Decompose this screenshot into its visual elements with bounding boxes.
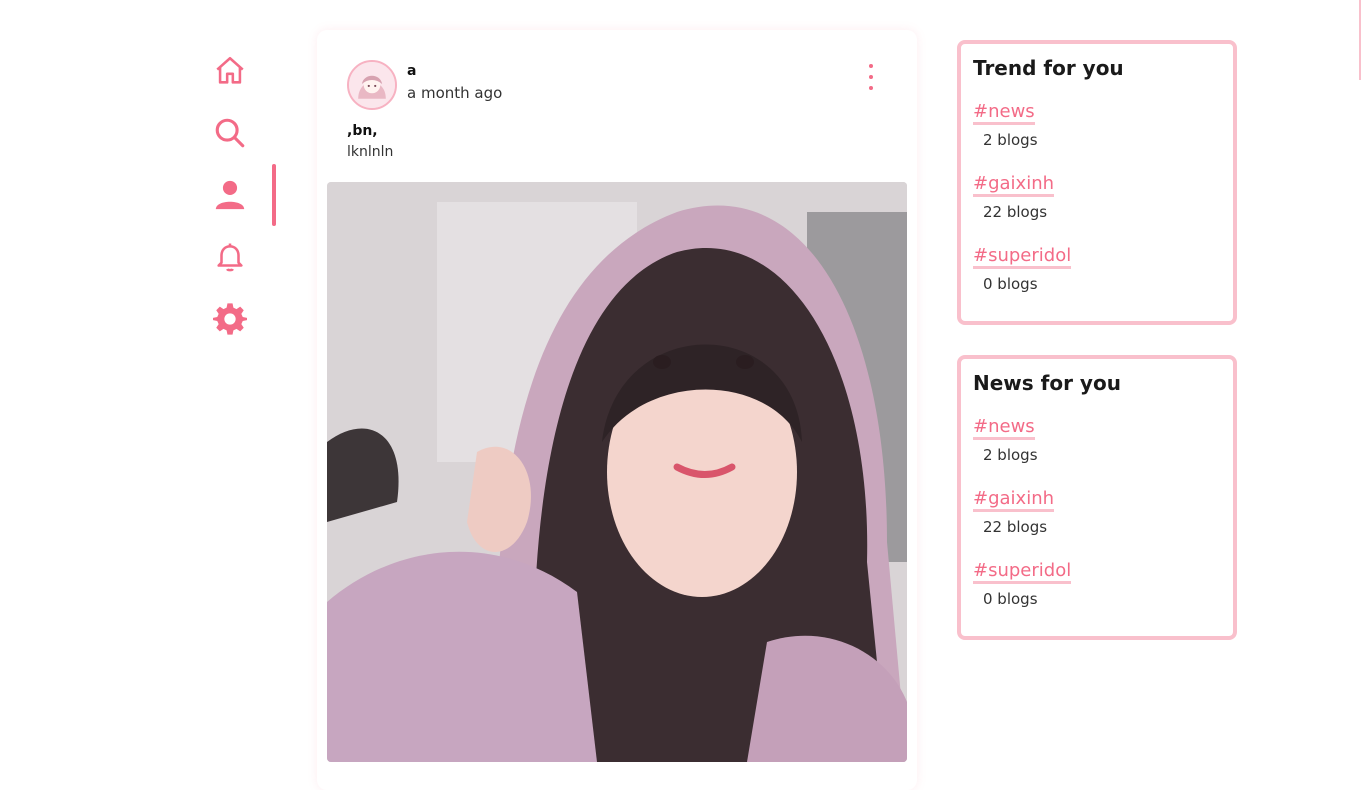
news-tag-count: 0 blogs bbox=[983, 590, 1038, 608]
bell-icon bbox=[217, 243, 243, 272]
nav-notifications[interactable] bbox=[200, 226, 260, 288]
news-tag-count: 2 blogs bbox=[983, 446, 1038, 464]
more-dot-icon bbox=[869, 64, 873, 68]
trend-tag-link[interactable]: #superidol bbox=[973, 246, 1072, 269]
search-icon bbox=[215, 118, 245, 148]
post-header: a a month ago bbox=[317, 30, 917, 120]
trend-tag-count: 22 blogs bbox=[983, 203, 1048, 221]
more-dot-icon bbox=[869, 86, 873, 90]
post-card: a a month ago ,bn, lknlnln bbox=[317, 30, 917, 790]
news-panel-title: News for you bbox=[973, 371, 1121, 395]
news-item: #superidol 0 blogs bbox=[973, 561, 1233, 608]
trend-panel-title: Trend for you bbox=[973, 56, 1124, 80]
nav-settings[interactable] bbox=[200, 288, 260, 350]
more-options-button[interactable] bbox=[863, 64, 879, 90]
news-item: #gaixinh 22 blogs bbox=[973, 489, 1233, 536]
post-image[interactable] bbox=[327, 182, 907, 762]
trend-tag-link[interactable]: #news bbox=[973, 102, 1035, 125]
author-name[interactable]: a bbox=[407, 63, 416, 79]
trend-tag-count: 2 blogs bbox=[983, 131, 1038, 149]
news-tag-link[interactable]: #gaixinh bbox=[973, 489, 1055, 512]
post-time: a month ago bbox=[407, 84, 503, 102]
gear-icon bbox=[213, 303, 247, 335]
post-body: lknlnln bbox=[347, 144, 394, 160]
sidebar-nav bbox=[200, 40, 280, 350]
post-photo bbox=[327, 182, 907, 762]
trend-item: #superidol 0 blogs bbox=[973, 246, 1233, 293]
trend-panel: Trend for you #news 2 blogs #gaixinh 22 … bbox=[957, 40, 1237, 325]
news-panel: News for you #news 2 blogs #gaixinh 22 b… bbox=[957, 355, 1237, 640]
avatar-illustration bbox=[349, 62, 395, 108]
post-title: ,bn, bbox=[347, 123, 378, 139]
nav-profile[interactable] bbox=[200, 164, 276, 226]
trend-item: #news 2 blogs bbox=[973, 102, 1233, 149]
trend-tag-link[interactable]: #gaixinh bbox=[973, 174, 1055, 197]
news-tag-count: 22 blogs bbox=[983, 518, 1048, 536]
home-icon bbox=[216, 56, 244, 84]
trend-item: #gaixinh 22 blogs bbox=[973, 174, 1233, 221]
news-tag-link[interactable]: #news bbox=[973, 417, 1035, 440]
avatar[interactable] bbox=[347, 60, 397, 110]
user-icon bbox=[215, 180, 245, 210]
nav-search[interactable] bbox=[200, 102, 260, 164]
news-tag-link[interactable]: #superidol bbox=[973, 561, 1072, 584]
nav-home[interactable] bbox=[200, 40, 260, 102]
trend-tag-count: 0 blogs bbox=[983, 275, 1038, 293]
scrollbar[interactable] bbox=[1359, 0, 1361, 80]
news-item: #news 2 blogs bbox=[973, 417, 1233, 464]
more-dot-icon bbox=[869, 75, 873, 79]
